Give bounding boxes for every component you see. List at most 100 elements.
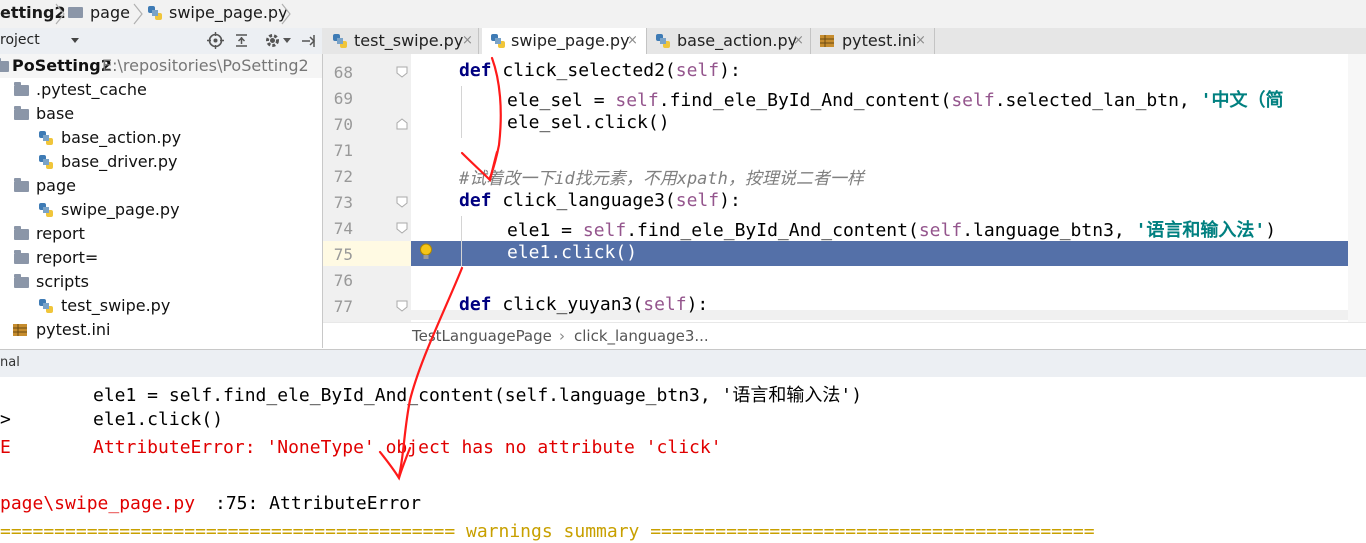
line-number: 68 bbox=[333, 63, 353, 82]
editor-tab-bar: test_swipe.py × swipe_page.py × base_act… bbox=[322, 28, 1366, 55]
tree-item-swipe-page[interactable]: swipe_page.py bbox=[0, 198, 322, 222]
tab-swipe-page[interactable]: swipe_page.py × bbox=[482, 28, 647, 55]
close-icon[interactable]: × bbox=[462, 33, 473, 48]
ini-file-icon bbox=[820, 35, 834, 47]
target-icon[interactable] bbox=[207, 32, 224, 49]
folder-icon bbox=[14, 82, 29, 96]
fold-icon[interactable] bbox=[396, 118, 408, 130]
project-view-label[interactable]: roject bbox=[0, 32, 40, 48]
fold-icon[interactable] bbox=[396, 66, 408, 78]
terminal-prefix: > bbox=[0, 409, 11, 430]
crumb-method[interactable]: click_language3... bbox=[574, 327, 709, 345]
line-number: 71 bbox=[333, 141, 353, 160]
tree-item-label: base_driver.py bbox=[61, 152, 178, 171]
project-tree: PoSetting2 E:\repositories\PoSetting2 .p… bbox=[0, 54, 323, 348]
lightbulb-icon[interactable] bbox=[419, 243, 433, 261]
breadcrumb-separator-icon bbox=[133, 3, 143, 25]
tab-pytest-ini[interactable]: pytest.ini × bbox=[812, 28, 935, 54]
breadcrumb-separator-icon bbox=[281, 3, 291, 25]
tab-label: swipe_page.py bbox=[511, 31, 630, 50]
python-file-icon bbox=[39, 155, 53, 169]
python-file-icon bbox=[148, 6, 162, 20]
line-number: 77 bbox=[333, 297, 353, 316]
code-line: ele1 = self.find_ele_ById_And_content(se… bbox=[507, 220, 1277, 241]
tree-item-scripts[interactable]: scripts bbox=[0, 270, 322, 294]
tree-root-path: E:\repositories\PoSetting2 bbox=[102, 56, 309, 75]
terminal-title[interactable]: nal bbox=[0, 355, 20, 370]
folder-icon bbox=[14, 274, 29, 288]
tree-root[interactable]: PoSetting2 E:\repositories\PoSetting2 bbox=[0, 54, 322, 78]
line-number: 73 bbox=[333, 193, 353, 212]
tree-item-label: pytest.ini bbox=[36, 320, 111, 339]
tree-item-pytest-ini[interactable]: pytest.ini bbox=[0, 318, 322, 342]
crumb-separator: › bbox=[559, 327, 565, 345]
tree-item-label: .pytest_cache bbox=[36, 80, 147, 99]
hide-icon[interactable] bbox=[300, 33, 316, 49]
gear-icon[interactable] bbox=[264, 32, 281, 49]
folder-icon bbox=[14, 226, 29, 240]
ini-file-icon bbox=[13, 324, 27, 336]
line-number: 76 bbox=[333, 271, 353, 290]
line-number: 74 bbox=[333, 219, 353, 238]
python-file-icon bbox=[39, 299, 53, 313]
line-number: 70 bbox=[333, 115, 353, 134]
collapse-icon[interactable] bbox=[233, 32, 250, 49]
terminal-line: ele1 = self.find_ele_ById_And_content(se… bbox=[93, 385, 863, 406]
terminal-prefix: E bbox=[0, 437, 11, 458]
tree-root-name: PoSetting2 bbox=[12, 56, 112, 75]
chevron-down-icon[interactable] bbox=[70, 37, 80, 45]
code-line-selected: ele1.click() bbox=[507, 242, 638, 263]
vertical-scrollbar[interactable] bbox=[1348, 54, 1366, 322]
fold-icon[interactable] bbox=[396, 222, 408, 234]
folder-icon bbox=[68, 7, 83, 18]
breadcrumb-separator-icon bbox=[55, 3, 65, 25]
tab-base-action[interactable]: base_action.py × bbox=[648, 28, 811, 54]
code-line: ele_sel = self.find_ele_ById_And_content… bbox=[507, 90, 1284, 111]
breadcrumb-file[interactable]: swipe_page.py bbox=[169, 0, 288, 28]
tree-item-label: report= bbox=[36, 248, 99, 267]
python-file-icon bbox=[39, 203, 53, 217]
tree-item-label: base_action.py bbox=[61, 128, 182, 147]
tree-item-page[interactable]: page bbox=[0, 174, 322, 198]
chevron-down-icon[interactable] bbox=[283, 38, 291, 44]
tree-item-label: test_swipe.py bbox=[61, 296, 171, 315]
folder-icon bbox=[14, 178, 29, 192]
warnings-summary: ========================================… bbox=[0, 521, 1095, 542]
python-file-icon bbox=[491, 34, 505, 48]
tree-item-base[interactable]: base bbox=[0, 102, 322, 126]
tree-item-base-driver[interactable]: base_driver.py bbox=[0, 150, 322, 174]
close-icon[interactable]: × bbox=[627, 33, 638, 48]
tree-item-pytest-cache[interactable]: .pytest_cache bbox=[0, 78, 322, 102]
breadcrumb-folder[interactable]: page bbox=[90, 0, 130, 28]
tree-item-label: page bbox=[36, 176, 76, 195]
line-number: 69 bbox=[333, 89, 353, 108]
indent-guide bbox=[461, 216, 462, 268]
error-location-text: :75: AttributeError bbox=[215, 493, 421, 514]
tree-item-label: report bbox=[36, 224, 85, 243]
tab-label: test_swipe.py bbox=[354, 31, 464, 50]
tree-item-base-action[interactable]: base_action.py bbox=[0, 126, 322, 150]
python-file-icon bbox=[39, 131, 53, 145]
folder-icon bbox=[14, 250, 29, 264]
fold-icon[interactable] bbox=[396, 300, 408, 312]
folder-icon bbox=[0, 58, 9, 72]
navigation-breadcrumb: etting2 page swipe_page.py bbox=[0, 0, 1366, 29]
terminal-line: ele1.click() bbox=[93, 409, 224, 430]
tree-item-label: swipe_page.py bbox=[61, 200, 180, 219]
tree-item-test-swipe[interactable]: test_swipe.py bbox=[0, 294, 322, 318]
terminal-header: nal bbox=[0, 349, 1366, 378]
tab-test-swipe[interactable]: test_swipe.py × bbox=[326, 28, 479, 54]
tree-item-label: base bbox=[36, 104, 75, 123]
fold-icon[interactable] bbox=[396, 196, 408, 208]
crumb-class[interactable]: TestLanguagePage bbox=[412, 327, 552, 345]
folder-icon bbox=[14, 106, 29, 120]
code-line: ele_sel.click() bbox=[507, 112, 670, 133]
editor-breadcrumb: TestLanguagePage › click_language3... bbox=[323, 322, 1366, 350]
error-location-link[interactable]: page\swipe_page.py bbox=[0, 493, 195, 514]
tree-item-report-eq[interactable]: report= bbox=[0, 246, 322, 270]
close-icon[interactable]: × bbox=[793, 33, 804, 48]
close-icon[interactable]: × bbox=[915, 33, 926, 48]
code-line: def click_selected2(self): bbox=[459, 60, 741, 81]
tree-item-report[interactable]: report bbox=[0, 222, 322, 246]
code-line: def click_yuyan3(self): bbox=[459, 294, 709, 315]
